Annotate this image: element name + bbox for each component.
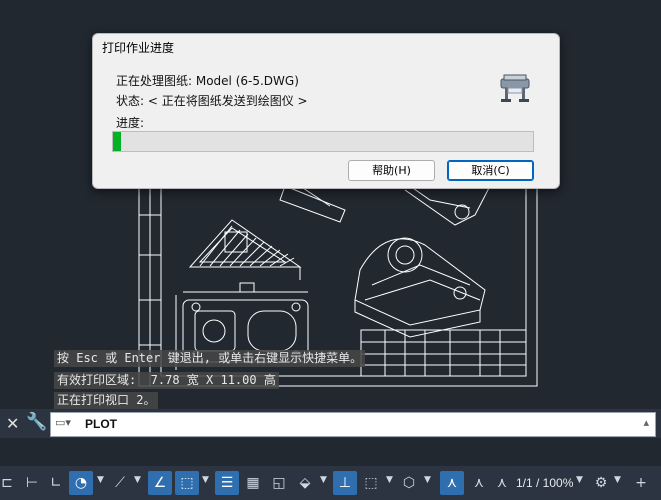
command-input-value[interactable]: PLOT <box>85 417 117 431</box>
progress-label: 进度: <box>116 116 145 130</box>
part-bracket-iso <box>354 237 486 338</box>
polar-tracking-icon[interactable]: ◔ <box>69 471 93 495</box>
model-layout-icon[interactable]: ⊏ <box>0 471 14 495</box>
plot-progress-dialog: 打印作业进度 正在处理图纸: Model (6-5.DWG) 状态: < 正在将… <box>92 33 560 189</box>
isodraft-dropdown-icon[interactable]: ▼ <box>134 475 141 485</box>
annotation-scale-value[interactable]: 1/1 / 100% <box>516 476 573 490</box>
isodraft-icon[interactable]: ⟋ <box>110 471 130 495</box>
recent-commands-icon[interactable]: ▭▾ <box>55 416 71 429</box>
part-wedge <box>188 219 302 280</box>
command-line-bar: ✕ 🔧 ▭▾ PLOT ▴ <box>0 409 661 438</box>
command-input[interactable]: ▭▾ PLOT ▴ <box>50 412 656 437</box>
object-snap-dropdown-icon[interactable]: ▼ <box>202 475 209 485</box>
chevron-up-icon[interactable]: ▴ <box>643 416 649 429</box>
selection-cycling-icon[interactable]: ◱ <box>268 471 290 495</box>
polar-dropdown-icon[interactable]: ▼ <box>97 475 104 485</box>
command-history-line-3: 正在打印视口 2。 <box>54 392 159 409</box>
selection-filter-icon[interactable]: ⬚ <box>360 471 382 495</box>
dialog-title: 打印作业进度 <box>102 41 175 55</box>
status-bar: ⊏ ⊢ ∟ ◔ ▼ ⟋ ▼ ∠ ⬚ ▼ ☰ ▦ ◱ ⬙ ▼ ⊥ ⬚ ▼ ⬡ ▼ … <box>0 466 661 500</box>
annotation-scale-icon[interactable]: ⋏ <box>492 471 512 495</box>
object-snap-icon[interactable]: ⬚ <box>175 471 199 495</box>
lineweight-icon[interactable]: ☰ <box>215 471 239 495</box>
wrench-icon[interactable]: 🔧 <box>26 412 47 432</box>
command-history-line-1: 按 Esc 或 Enter 键退出, 或单击右键显示快捷菜单。 <box>54 350 366 367</box>
plotter-icon <box>500 74 530 102</box>
object-snap-tracking-icon[interactable]: ∠ <box>148 471 172 495</box>
selection-filter-dropdown-icon[interactable]: ▼ <box>386 475 393 485</box>
close-icon[interactable]: ✕ <box>6 414 19 433</box>
auto-scale-icon[interactable]: ⋏ <box>468 471 490 495</box>
status-text: 状态: < 正在将图纸发送到绘图仪 > <box>116 94 308 108</box>
part-bracket-top <box>279 185 491 226</box>
dynamic-ucs-icon[interactable]: ⊥ <box>333 471 357 495</box>
3d-osnap-icon[interactable]: ⬙ <box>294 471 316 495</box>
ortho-icon[interactable]: ∟ <box>46 471 66 495</box>
gizmo-icon[interactable]: ⬡ <box>398 471 420 495</box>
processing-sheet-text: 正在处理图纸: Model (6-5.DWG) <box>116 74 299 88</box>
transparency-icon[interactable]: ▦ <box>242 471 264 495</box>
3d-osnap-dropdown-icon[interactable]: ▼ <box>320 475 327 485</box>
cancel-button[interactable]: 取消(C) <box>447 160 534 181</box>
annotation-visibility-icon[interactable]: ⋏ <box>440 471 464 495</box>
gizmo-dropdown-icon[interactable]: ▼ <box>424 475 431 485</box>
progress-bar <box>112 131 534 152</box>
title-block <box>360 329 527 377</box>
workspace-dropdown-icon[interactable]: ▼ <box>614 475 621 485</box>
plus-icon[interactable]: + <box>630 471 652 495</box>
command-history-line-2: 有效打印区域: 7.78 宽 X 11.00 高 <box>54 372 279 389</box>
gear-icon[interactable]: ⚙ <box>590 471 612 495</box>
help-button[interactable]: 帮助(H) <box>348 160 435 181</box>
annotation-scale-dropdown-icon[interactable]: ▼ <box>576 475 583 485</box>
grid-snap-icon[interactable]: ⊢ <box>22 471 42 495</box>
progress-bar-fill <box>113 132 121 151</box>
